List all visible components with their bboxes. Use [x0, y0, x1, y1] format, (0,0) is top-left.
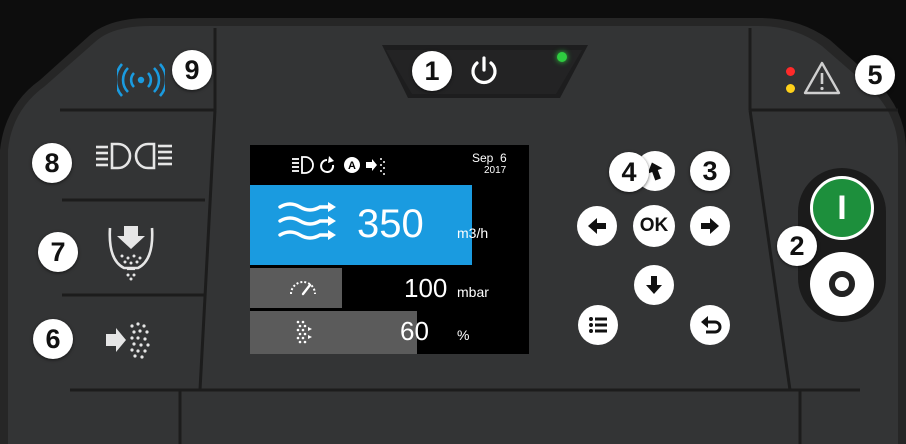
callout-6: 6	[33, 319, 73, 359]
spray-level-icon	[296, 320, 312, 344]
callout-8: 8	[32, 143, 72, 183]
airflow-value: 350	[357, 202, 424, 246]
auto-icon: A	[344, 157, 360, 173]
gauge-icon	[290, 281, 316, 296]
arrow-left-icon	[588, 218, 606, 234]
cycle-icon	[320, 156, 335, 173]
spray-icon	[106, 322, 150, 359]
callout-3: 3	[690, 151, 730, 191]
arrow-right-icon	[701, 218, 719, 234]
svg-text:A: A	[348, 160, 356, 172]
spray-button[interactable]	[104, 318, 154, 362]
date-line-1: Sep 6	[472, 151, 507, 165]
spray-bar-fill	[250, 311, 418, 354]
right-button[interactable]	[690, 206, 730, 246]
left-button[interactable]	[577, 206, 617, 246]
pressure-unit: mbar	[457, 284, 489, 300]
headlight-icon	[292, 156, 314, 174]
airflow-unit: m3/h	[457, 225, 489, 241]
back-button[interactable]	[690, 305, 730, 345]
spray-icon	[366, 158, 385, 175]
callout-1: 1	[412, 51, 452, 91]
callout-2: 2	[777, 226, 817, 266]
display-screen: A Sep 6 2017 350 m3/h 100 mbar 60 %	[250, 145, 529, 354]
callout-5: 5	[855, 55, 895, 95]
headlight-button[interactable]	[92, 138, 186, 174]
stop-ring-icon	[829, 271, 855, 297]
power-button[interactable]	[467, 54, 501, 88]
pressure-value: 100	[404, 273, 448, 303]
arrow-down-icon	[646, 276, 662, 294]
start-button[interactable]: I	[810, 176, 874, 240]
back-arrow-icon	[701, 316, 722, 334]
callout-4: 4	[609, 152, 649, 192]
date-line-2: 2017	[484, 165, 507, 176]
callout-9: 9	[172, 50, 212, 90]
power-icon	[471, 56, 497, 85]
headlight-low-high-icon	[96, 142, 172, 170]
led-yellow	[786, 84, 795, 93]
airflow-icon	[278, 202, 336, 240]
warning-triangle-icon	[802, 60, 842, 96]
down-button[interactable]	[634, 265, 674, 305]
power-led-green	[557, 52, 567, 62]
hopper-icon	[108, 226, 154, 281]
status-icons: A	[292, 156, 385, 175]
led-red	[786, 67, 795, 76]
hopper-button[interactable]	[104, 222, 158, 282]
spray-unit: %	[457, 327, 470, 343]
ok-button[interactable]: OK	[633, 205, 675, 247]
callout-7: 7	[38, 232, 78, 272]
stop-button[interactable]	[810, 252, 874, 316]
spray-value: 60	[400, 316, 429, 346]
menu-list-icon	[589, 317, 607, 333]
menu-button[interactable]	[578, 305, 618, 345]
wireless-icon	[114, 62, 168, 98]
